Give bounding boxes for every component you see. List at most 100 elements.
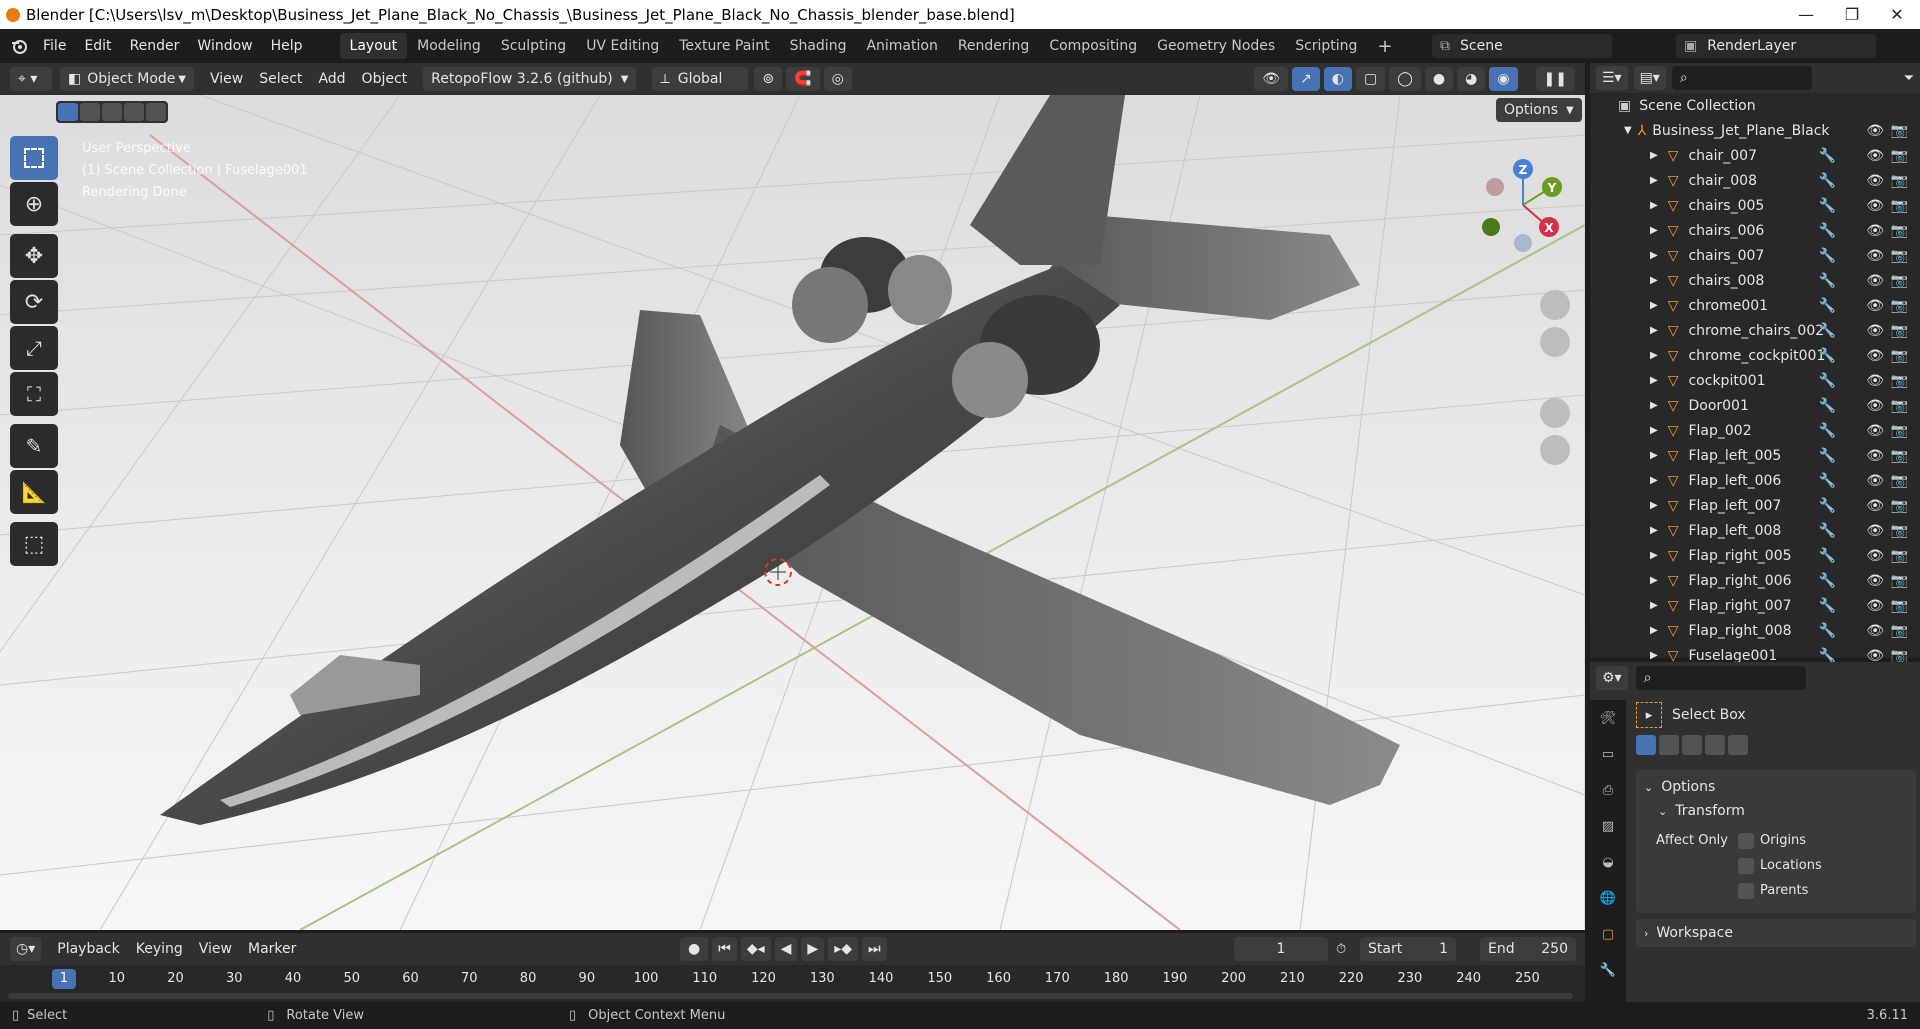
visibility-eye-icon[interactable]: 👁: [1866, 523, 1884, 539]
visibility-eye-icon[interactable]: 👁: [1866, 123, 1884, 139]
menu-view[interactable]: View: [202, 71, 251, 87]
transform-subpanel-header[interactable]: ⌄ Transform: [1658, 798, 1908, 824]
snap-button[interactable]: 🧲: [786, 67, 820, 91]
expand-right-icon[interactable]: ▶: [1650, 225, 1658, 236]
end-frame-field[interactable]: End 250: [1480, 937, 1576, 961]
visibility-eye-icon[interactable]: 👁: [1866, 298, 1884, 314]
prev-keyframe-button[interactable]: ◆◂: [740, 937, 771, 961]
timeline-area[interactable]: 1 10 20 30 40 50 60 70 80 90 100 110 120 130 140 150 160…: [0, 965, 1585, 1002]
scene-tab[interactable]: ◒: [1590, 844, 1626, 880]
xray-toggle[interactable]: ▢: [1355, 67, 1386, 91]
expand-right-icon[interactable]: ▶: [1650, 350, 1658, 361]
camera-view-icon[interactable]: [1540, 398, 1570, 428]
viewport-scene[interactable]: [0, 95, 1585, 930]
outliner-item[interactable]: ▶ ▽ chairs_007 🔧 👁 📷: [1590, 243, 1920, 268]
timeline-editor-type[interactable]: ◷▾: [10, 937, 42, 961]
render-camera-icon[interactable]: 📷: [1891, 248, 1908, 264]
expand-right-icon[interactable]: ▶: [1650, 650, 1658, 661]
outliner-item[interactable]: ▶ ▽ chairs_005 🔧 👁 📷: [1590, 193, 1920, 218]
outliner-item[interactable]: ▶ ▽ chairs_008 🔧 👁 📷: [1590, 268, 1920, 293]
expand-right-icon[interactable]: ▶: [1650, 550, 1658, 561]
menu-marker[interactable]: Marker: [240, 941, 304, 957]
tab-animation[interactable]: Animation: [856, 33, 947, 59]
menu-keying[interactable]: Keying: [128, 941, 191, 957]
render-camera-icon[interactable]: 📷: [1891, 123, 1908, 139]
mode-extend-icon[interactable]: [1659, 735, 1679, 755]
menu-select[interactable]: Select: [251, 71, 310, 87]
mode-subtract-icon[interactable]: [1682, 735, 1702, 755]
visibility-eye-icon[interactable]: 👁: [1866, 498, 1884, 514]
gizmo-neg-y[interactable]: [1482, 218, 1500, 236]
expand-right-icon[interactable]: ▶: [1650, 325, 1658, 336]
stopwatch-icon[interactable]: ⏱: [1336, 942, 1346, 957]
play-button[interactable]: ▶: [801, 937, 825, 961]
menu-playback[interactable]: Playback: [49, 941, 127, 957]
expand-right-icon[interactable]: ▶: [1650, 500, 1658, 511]
render-camera-icon[interactable]: 📷: [1891, 398, 1908, 414]
retopoflow-menu[interactable]: RetopoFlow 3.2.6 (github) ▼: [423, 67, 637, 91]
expand-right-icon[interactable]: ▶: [1650, 375, 1658, 386]
visibility-eye-icon[interactable]: 👁: [1866, 348, 1884, 364]
scale-tool[interactable]: ⤢: [10, 326, 58, 370]
visibility-eye-icon[interactable]: 👁: [1866, 623, 1884, 639]
render-camera-icon[interactable]: 📷: [1891, 448, 1908, 464]
rendered-shading[interactable]: ◉: [1489, 67, 1518, 91]
tab-modeling[interactable]: Modeling: [407, 33, 491, 59]
maximize-button[interactable]: ❐: [1829, 0, 1875, 29]
render-camera-icon[interactable]: 📷: [1891, 298, 1908, 314]
tab-shading[interactable]: Shading: [780, 33, 857, 59]
gizmo-neg-x[interactable]: [1486, 178, 1504, 196]
filter-icon[interactable]: ⏷: [1904, 71, 1914, 86]
tab-layout[interactable]: Layout: [339, 33, 408, 59]
render-camera-icon[interactable]: 📷: [1891, 273, 1908, 289]
outliner-item[interactable]: ▶ ▽ chair_007 🔧 👁 📷: [1590, 143, 1920, 168]
close-button[interactable]: ✕: [1874, 0, 1920, 29]
expand-right-icon[interactable]: ▶: [1650, 175, 1658, 186]
select-subtract-icon[interactable]: [102, 103, 122, 121]
menu-edit[interactable]: Edit: [75, 33, 120, 59]
tab-texture-paint[interactable]: Texture Paint: [669, 33, 779, 59]
add-workspace-button[interactable]: +: [1367, 33, 1402, 59]
options-header[interactable]: ⌄ Options: [1644, 776, 1908, 798]
world-tab[interactable]: 🌐: [1590, 880, 1626, 916]
select-box-tool[interactable]: [10, 136, 58, 180]
render-tab[interactable]: ▭: [1590, 736, 1626, 772]
outliner-collection-row[interactable]: ▼ ⅄ Business_Jet_Plane_Black 👁 📷: [1590, 118, 1920, 143]
select-intersect-icon[interactable]: [146, 103, 166, 121]
current-frame-field[interactable]: 1: [1234, 937, 1328, 961]
tab-rendering[interactable]: Rendering: [948, 33, 1040, 59]
visibility-eye-icon[interactable]: 👁: [1866, 598, 1884, 614]
outliner-search-input[interactable]: ⌕: [1671, 66, 1812, 90]
render-camera-icon[interactable]: 📷: [1891, 198, 1908, 214]
mode-set-icon[interactable]: [1636, 735, 1656, 755]
outliner-item[interactable]: ▶ ▽ chair_008 🔧 👁 📷: [1590, 168, 1920, 193]
visibility-button[interactable]: 👁: [1254, 67, 1289, 91]
visibility-eye-icon[interactable]: 👁: [1866, 423, 1884, 439]
properties-search-input[interactable]: ⌕: [1635, 666, 1806, 690]
tab-compositing[interactable]: Compositing: [1039, 33, 1147, 59]
jump-start-button[interactable]: ⏮: [712, 937, 737, 961]
render-camera-icon[interactable]: 📷: [1891, 573, 1908, 589]
outliner-item[interactable]: ▶ ▽ Flap_right_006 🔧 👁 📷: [1590, 568, 1920, 593]
view-layer-tab[interactable]: ▨: [1590, 808, 1626, 844]
expand-right-icon[interactable]: ▶: [1650, 475, 1658, 486]
transform-tool[interactable]: ⛶: [10, 372, 58, 416]
outliner-item[interactable]: ▶ ▽ Flap_right_008 🔧 👁 📷: [1590, 618, 1920, 643]
jump-end-button[interactable]: ⏭: [861, 937, 887, 961]
render-camera-icon[interactable]: 📷: [1891, 148, 1908, 164]
menu-render[interactable]: Render: [121, 33, 189, 59]
menu-object[interactable]: Object: [354, 71, 416, 87]
renderlayer-selector[interactable]: ▣ RenderLayer: [1676, 34, 1876, 58]
render-camera-icon[interactable]: 📷: [1891, 173, 1908, 189]
render-camera-icon[interactable]: 📷: [1891, 373, 1908, 389]
outliner-scene-collection[interactable]: ▣ Scene Collection: [1590, 93, 1920, 118]
menu-timeline-view[interactable]: View: [191, 941, 240, 957]
add-cube-tool[interactable]: ⬚: [10, 522, 58, 566]
select-new-icon[interactable]: [58, 103, 78, 121]
outliner-item[interactable]: ▶ ▽ Door001 🔧 👁 📷: [1590, 393, 1920, 418]
outliner-editor-type[interactable]: ☰▾: [1596, 66, 1628, 90]
visibility-eye-icon[interactable]: 👁: [1866, 398, 1884, 414]
play-reverse-button[interactable]: ◀: [774, 937, 798, 961]
workspace-panel-header[interactable]: › Workspace: [1636, 919, 1916, 947]
visibility-eye-icon[interactable]: 👁: [1866, 548, 1884, 564]
